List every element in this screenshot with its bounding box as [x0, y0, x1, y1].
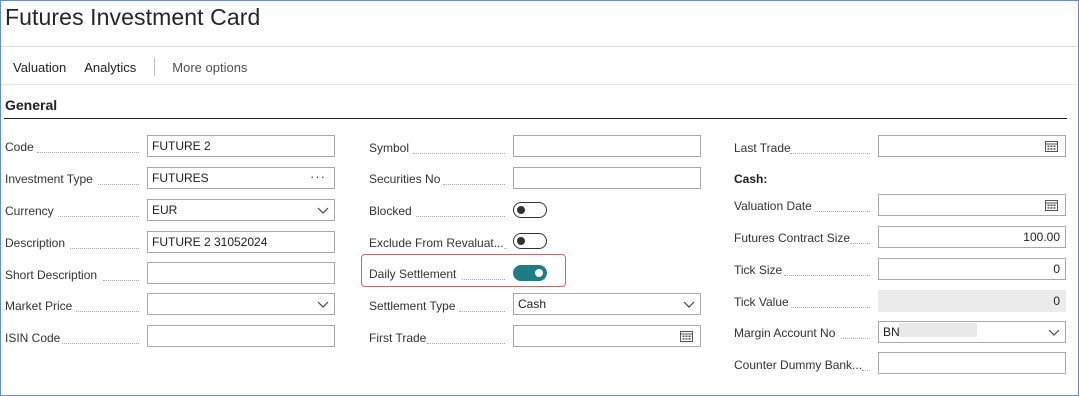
leader-dots — [791, 306, 870, 308]
leader-dots — [427, 342, 505, 344]
calendar-icon[interactable] — [680, 330, 693, 342]
redacted-account-blur — [899, 323, 977, 337]
last-trade-date-field[interactable] — [878, 135, 1066, 157]
analytics-action[interactable]: Analytics — [84, 60, 136, 75]
leader-dots — [784, 274, 870, 276]
blocked-label: Blocked — [369, 204, 412, 218]
tick-size-label: Tick Size — [734, 263, 783, 277]
description-value: FUTURE 2 31052024 — [152, 235, 268, 249]
blocked-toggle[interactable] — [513, 202, 547, 218]
code-field[interactable]: FUTURE 2 — [147, 135, 335, 157]
leader-dots — [504, 247, 507, 249]
symbol-field[interactable] — [513, 135, 701, 157]
chevron-down-icon — [1048, 329, 1060, 336]
first-trade-label: First Trade — [369, 331, 427, 345]
section-title-general[interactable]: General — [5, 97, 57, 113]
tick-value-field: 0 — [878, 290, 1066, 312]
leader-dots — [462, 278, 505, 280]
tick-value-value: 0 — [1053, 294, 1060, 308]
leader-dots — [850, 242, 870, 244]
calendar-icon[interactable] — [1045, 199, 1058, 211]
isin-code-field[interactable] — [147, 325, 335, 347]
valuation-date-field[interactable] — [878, 194, 1066, 216]
leader-dots — [815, 210, 870, 212]
settlement-type-label: Settlement Type — [369, 299, 456, 313]
leader-dots — [459, 310, 505, 312]
market-price-label: Market Price — [5, 299, 73, 313]
market-price-select[interactable] — [147, 293, 335, 315]
investment-type-label: Investment Type — [5, 172, 93, 186]
exclude-from-revaluation-label: Exclude From Revaluat... — [369, 236, 504, 250]
settlement-type-value: Cash — [518, 297, 547, 311]
currency-label: Currency — [5, 204, 54, 218]
toggle-knob — [517, 205, 525, 214]
isin-code-label: ISIN Code — [5, 331, 61, 345]
leader-dots — [862, 369, 870, 371]
investment-type-value: FUTURES — [152, 171, 209, 185]
toggle-knob — [535, 269, 543, 277]
leader-dots — [413, 152, 505, 154]
leader-dots — [103, 279, 139, 281]
chevron-down-icon — [317, 207, 329, 214]
leader-dots — [841, 337, 870, 339]
description-field[interactable]: FUTURE 2 31052024 — [147, 231, 335, 253]
margin-account-no-label: Margin Account No — [734, 326, 836, 340]
symbol-label: Symbol — [369, 141, 410, 155]
code-label: Code — [5, 140, 34, 154]
chevron-down-icon — [683, 301, 695, 308]
toggle-knob — [517, 236, 525, 245]
counter-dummy-bank-label: Counter Dummy Bank... — [734, 358, 863, 372]
leader-dots — [416, 215, 505, 217]
ellipsis-icon[interactable]: ··· — [310, 167, 326, 187]
exclude-from-revaluation-toggle[interactable] — [513, 233, 547, 249]
leader-dots — [70, 247, 139, 249]
first-trade-date-field[interactable] — [513, 325, 701, 347]
tick-size-field[interactable]: 0 — [878, 258, 1066, 280]
short-description-label: Short Description — [5, 268, 98, 282]
cash-group-label: Cash: — [734, 172, 768, 186]
securities-no-field[interactable] — [513, 167, 701, 189]
leader-dots — [443, 183, 505, 185]
leader-dots — [98, 183, 139, 185]
page-title: Futures Investment Card — [5, 4, 261, 30]
leader-dots — [58, 215, 139, 217]
daily-settlement-toggle[interactable] — [513, 265, 547, 281]
calendar-icon[interactable] — [1045, 140, 1058, 152]
valuation-date-label: Valuation Date — [734, 199, 812, 213]
margin-account-no-value: BN — [883, 325, 900, 339]
futures-contract-size-label: Futures Contract Size — [734, 231, 851, 245]
tick-value-label: Tick Value — [734, 295, 789, 309]
section-underline — [4, 118, 1067, 119]
more-options-action[interactable]: More options — [172, 60, 247, 75]
action-bar-divider — [1, 84, 1077, 85]
action-separator — [154, 58, 156, 76]
header-divider — [1, 46, 1077, 47]
daily-settlement-label: Daily Settlement — [369, 267, 457, 281]
currency-value: EUR — [152, 203, 178, 217]
leader-dots — [790, 152, 870, 154]
description-label: Description — [5, 236, 66, 250]
last-trade-label: Last Trade — [734, 141, 791, 155]
futures-contract-size-field[interactable]: 100.00 — [878, 226, 1066, 248]
short-description-field[interactable] — [147, 262, 335, 284]
futures-contract-size-value: 100.00 — [1023, 230, 1060, 244]
counter-dummy-bank-field[interactable] — [878, 352, 1066, 374]
code-value: FUTURE 2 — [152, 139, 211, 153]
action-bar: Valuation Analytics More options — [13, 58, 265, 76]
investment-type-lookup[interactable]: FUTURES ··· — [147, 167, 335, 189]
valuation-action[interactable]: Valuation — [13, 60, 66, 75]
leader-dots — [37, 151, 139, 153]
chevron-down-icon — [317, 301, 329, 308]
securities-no-label: Securities No — [369, 172, 441, 186]
settlement-type-select[interactable]: Cash — [513, 293, 701, 315]
leader-dots — [76, 310, 139, 312]
leader-dots — [62, 342, 139, 344]
tick-size-value: 0 — [1053, 262, 1060, 276]
currency-select[interactable]: EUR — [147, 199, 335, 221]
